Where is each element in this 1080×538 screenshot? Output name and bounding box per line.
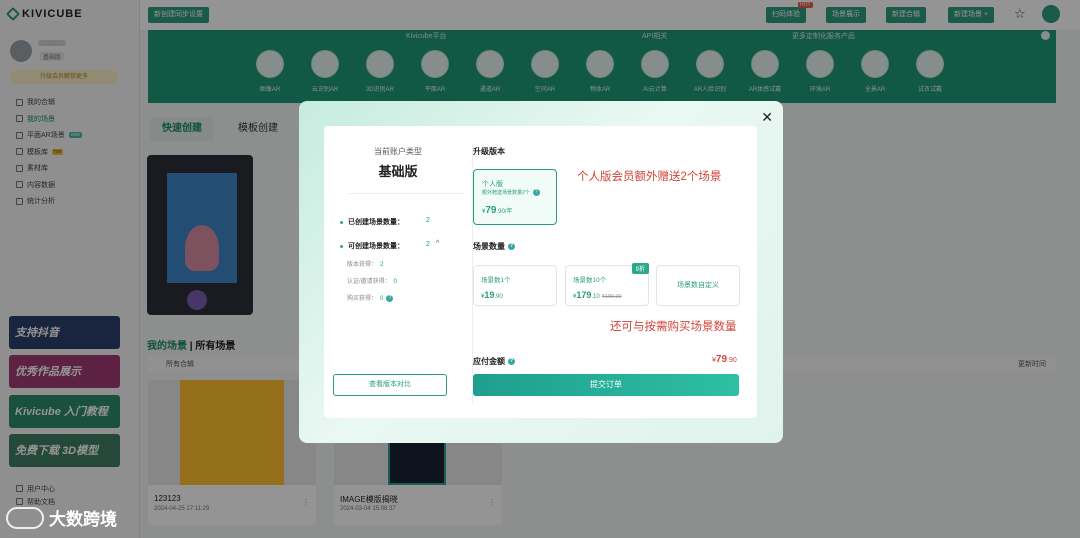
package-label: 场景数自定义 xyxy=(677,282,719,289)
plan-name: 个人版 xyxy=(482,181,503,188)
version-source-row: 版本获得： 2 xyxy=(347,259,383,268)
package-option[interactable]: 场景数1个 ¥19.90 xyxy=(473,265,557,306)
payable-amount-cents: .90 xyxy=(727,357,737,364)
purchase-source-row: 购买获得： 0? xyxy=(347,293,394,302)
source-value: 0 xyxy=(393,279,398,285)
package-price: ¥19.90 xyxy=(481,290,503,300)
info-icon[interactable]: ? xyxy=(386,294,394,302)
bullet-icon xyxy=(340,244,343,248)
source-label: 版本获得： xyxy=(347,262,378,268)
scene-count-heading-text: 场景数量 xyxy=(473,242,505,251)
annotation-buy-more: 还可与按需购买场景数量 xyxy=(610,321,737,333)
info-icon[interactable]: ? xyxy=(508,243,515,251)
info-icon[interactable]: ? xyxy=(508,358,515,366)
watermark: 大数跨境 xyxy=(6,505,117,530)
original-price: ¥199.00 xyxy=(601,294,622,300)
source-label: 购买获得： xyxy=(347,296,378,302)
upgrade-heading: 升级版本 xyxy=(473,147,505,156)
plan-desc: 额外赠送场景数量2个? xyxy=(482,189,540,197)
payable-label: 应付金额? xyxy=(473,356,515,367)
source-value: 0 xyxy=(380,296,384,302)
source-label: 认证/邀请获得： xyxy=(347,279,391,285)
info-icon[interactable]: ? xyxy=(532,189,540,197)
package-price: ¥179.10 ¥199.00 xyxy=(573,290,622,300)
created-label: 已创建场景数量： xyxy=(348,219,404,226)
payable-amount: ¥79.90 xyxy=(712,354,737,365)
modal-body: 当前账户类型 基础版 已创建场景数量： 2 可创建场景数量： 2 ^ 版本获得：… xyxy=(324,126,757,418)
watermark-logo-icon xyxy=(6,506,44,529)
discount-badge: 9折 xyxy=(631,263,649,274)
plan-price: ¥79.90/年 xyxy=(482,205,512,216)
payable-label-text: 应付金额 xyxy=(473,357,505,366)
available-count-row: 可创建场景数量： xyxy=(340,241,404,251)
package-label: 场景数10个 xyxy=(573,277,607,284)
package-price-cents: .10 xyxy=(591,294,600,300)
package-price-value: 19 xyxy=(484,290,495,300)
plan-option-personal[interactable]: 个人版 额外赠送场景数量2个? ¥79.90/年 xyxy=(473,169,557,225)
compare-versions-button[interactable]: 查看版本对比 xyxy=(333,374,447,396)
plan-price-value: 79 xyxy=(485,205,497,216)
bullet-icon xyxy=(340,220,343,224)
package-price-value: 179 xyxy=(576,290,592,300)
account-type-label: 当前账户类型 xyxy=(374,147,422,156)
package-price-cents: .90 xyxy=(494,294,503,300)
created-count-row: 已创建场景数量： xyxy=(340,217,404,227)
divider xyxy=(348,193,464,194)
invite-source-row: 认证/邀请获得： 0 xyxy=(347,276,397,285)
created-count: 2 xyxy=(426,217,430,224)
submit-order-button[interactable]: 提交订单 xyxy=(473,374,739,396)
account-type: 基础版 xyxy=(378,164,418,179)
chevron-up-icon[interactable]: ^ xyxy=(436,240,439,247)
available-count: 2 xyxy=(426,241,430,248)
watermark-text: 大数跨境 xyxy=(49,510,117,529)
upgrade-modal: ✕ 当前账户类型 基础版 已创建场景数量： 2 可创建场景数量： 2 ^ 版本获… xyxy=(299,101,783,443)
plan-desc-text: 额外赠送场景数量2个 xyxy=(482,190,530,196)
plan-price-unit: .90/年 xyxy=(496,209,513,215)
package-option[interactable]: 9折 场景数10个 ¥179.10 ¥199.00 xyxy=(565,263,649,306)
source-value: 2 xyxy=(380,262,384,268)
scene-count-heading: 场景数量? xyxy=(473,241,515,252)
close-icon[interactable]: ✕ xyxy=(761,110,773,124)
package-label: 场景数1个 xyxy=(481,277,511,284)
payable-amount-value: 79 xyxy=(715,354,728,365)
annotation-gift: 个人版会员额外赠送2个场景 xyxy=(577,171,722,183)
package-option-custom[interactable]: 场景数自定义 xyxy=(656,265,740,306)
available-label: 可创建场景数量： xyxy=(348,243,404,250)
